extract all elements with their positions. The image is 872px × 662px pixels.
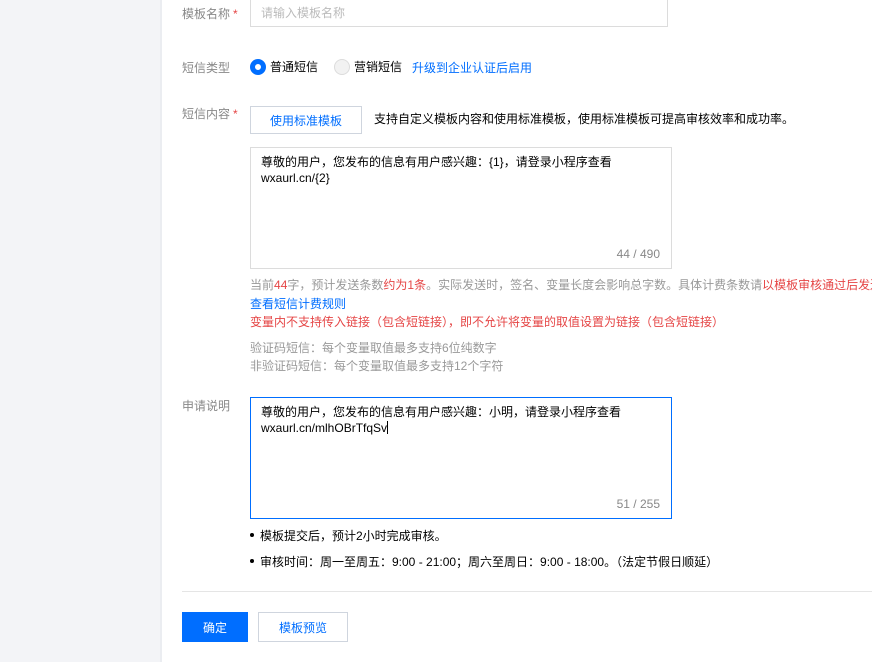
template-preview-button[interactable]: 模板预览 — [258, 612, 348, 642]
sms-content-label: 短信内容 * — [182, 107, 238, 121]
template-name-label: 模板名称 * — [182, 7, 238, 21]
content-line-2: wxaurl.cn/{2} — [261, 171, 330, 185]
list-item: 模板提交后，预计2小时完成审核。 — [250, 527, 718, 543]
radio-marketing-sms[interactable]: 营销短信 — [334, 59, 402, 75]
apply-line-1: 尊敬的用户，您发布的信息有用户感兴趣：小明，请登录小程序查看 — [261, 405, 622, 419]
apply-description-textarea[interactable]: 尊敬的用户，您发布的信息有用户感兴趣：小明，请登录小程序查看 wxaurl.cn… — [250, 397, 672, 519]
code-sms-rule: 验证码短信：每个变量取值最多支持6位纯数字 — [250, 341, 497, 355]
template-name-input[interactable]: 请输入模板名称 — [250, 0, 668, 27]
required-mark: * — [233, 7, 238, 21]
apply-line-2: wxaurl.cn/mlhOBrTfqSv — [261, 421, 389, 435]
template-tip: 支持自定义模板内容和使用标准模板，使用标准模板可提高审核效率和成功率。 — [374, 112, 795, 126]
content-char-counter: 44 / 490 — [616, 247, 660, 261]
rail-divider — [160, 0, 162, 662]
apply-description-label: 申请说明 — [182, 399, 231, 413]
apply-char-counter: 51 / 255 — [616, 497, 660, 511]
upgrade-link[interactable]: 升级到企业认证后启用 — [412, 59, 532, 76]
text-caret — [387, 421, 389, 434]
use-standard-template-button[interactable]: 使用标准模板 — [250, 106, 362, 134]
review-notes: 模板提交后，预计2小时完成审核。 审核时间：周一至周五：9:00 - 21:00… — [250, 527, 718, 579]
radio-unchecked-icon — [334, 59, 351, 75]
sms-type-label: 短信类型 — [182, 61, 231, 75]
billing-rules-link[interactable]: 查看短信计费规则 — [250, 296, 346, 312]
radio-checked-icon — [250, 59, 266, 75]
confirm-button[interactable]: 确定 — [182, 612, 248, 642]
radio-normal-sms[interactable]: 普通短信 — [250, 59, 318, 75]
list-item: 审核时间：周一至周五：9:00 - 21:00；周六至周日：9:00 - 18:… — [250, 553, 718, 569]
char-count-info: 当前44字，预计发送条数约为1条。实际发送时，签名、变量长度会影响总字数。具体计… — [250, 278, 872, 292]
sms-type-radio-group: 普通短信 营销短信 升级到企业认证后启用 — [250, 58, 532, 76]
left-rail — [0, 0, 160, 662]
bullet-icon — [250, 533, 254, 537]
link-warning: 变量内不支持传入链接（包含短链接），即不允许将变量的取值设置为链接（包含短链接） — [250, 315, 725, 329]
bullet-icon — [250, 559, 254, 563]
content-line-1: 尊敬的用户，您发布的信息有用户感兴趣：{1}，请登录小程序查看 — [261, 155, 612, 169]
noncode-sms-rule: 非验证码短信：每个变量取值最多支持12个字符 — [250, 359, 504, 373]
sms-content-textarea[interactable]: 尊敬的用户，您发布的信息有用户感兴趣：{1}，请登录小程序查看 wxaurl.c… — [250, 147, 672, 269]
footer-divider — [182, 591, 872, 592]
